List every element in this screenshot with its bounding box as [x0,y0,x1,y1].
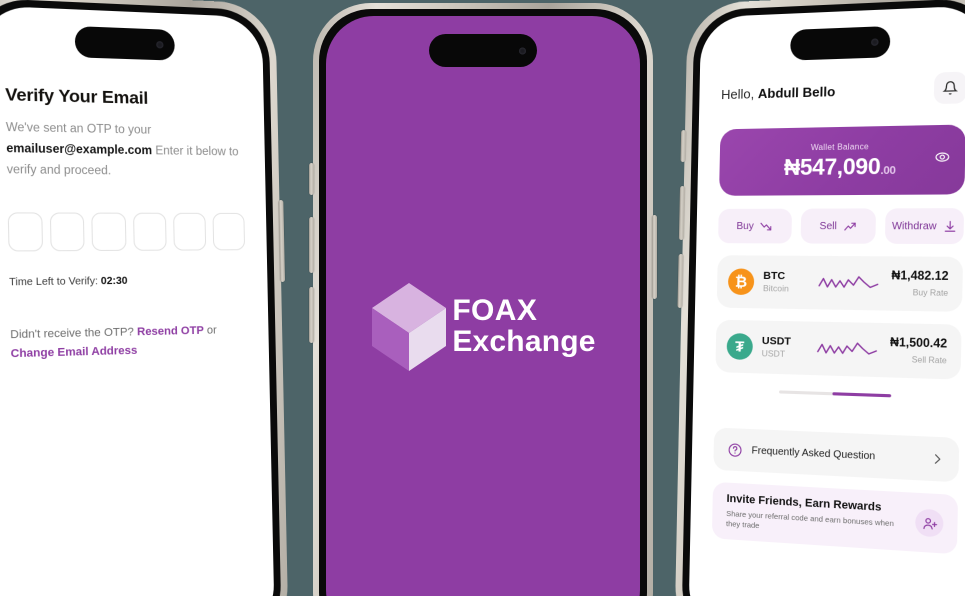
power-button[interactable] [652,215,657,299]
tether-icon: ₮ [726,333,754,361]
eye-icon [935,150,950,165]
pagination-active-segment [832,392,892,398]
coin-pricing: ₦1,500.42 Sell Rate [889,336,948,366]
subtitle-lead: We've sent an OTP to your [5,121,152,137]
otp-digit-5[interactable] [172,213,207,251]
add-person-icon [921,515,938,532]
trend-up-arrow-icon [843,219,857,232]
brand-wordmark: FOAX Exchange [452,296,595,357]
sell-button[interactable]: Sell [800,208,877,244]
subtitle-email: emailuser@example.com [6,142,153,158]
wallet-balance-card[interactable]: Wallet Balance ₦547,090.00 [719,124,965,196]
timer-value: 02:30 [100,275,128,288]
withdraw-button[interactable]: Withdraw [885,208,965,245]
coin-row-usdt[interactable]: ₮ USDT USDT ₦1,500.42 Sell Rate [715,319,962,380]
otp-digit-1[interactable] [7,212,44,252]
trend-down-arrow-icon [760,219,773,232]
coin-symbol: USDT [761,334,792,348]
phone-center: FOAX Exchange [309,3,657,596]
resend-footer: Didn't receive the OTP? Resend OTP or Ch… [10,322,247,364]
coin-rate-label: Buy Rate [912,287,949,298]
buy-label: Buy [736,220,754,232]
resend-otp-link[interactable]: Resend OTP [137,325,204,339]
coin-price: ₦1,500.42 [889,336,948,351]
timer-label: Time Left to Verify: [9,276,99,289]
faq-label: Frequently Asked Question [751,444,876,462]
coin-price: ₦1,482.12 [891,269,949,284]
coin-pricing: ₦1,482.12 Buy Rate [891,269,949,298]
withdraw-label: Withdraw [891,220,937,232]
dynamic-island [74,26,175,61]
invite-friends-card[interactable]: Invite Friends, Earn Rewards Share your … [711,481,959,555]
dashboard-header: Hello, Abdull Bello [721,71,965,110]
otp-input-group[interactable] [7,212,246,252]
splash-logo-block: FOAX Exchange [326,281,640,373]
bell-icon [943,80,959,95]
coin-name: USDT [761,348,786,359]
brand-line-2: Exchange [452,325,596,358]
front-camera-icon [871,38,879,46]
power-button[interactable] [278,200,286,283]
phone-left: Verify Your Email We've sent an OTP to y… [0,0,289,596]
wallet-amount: ₦547,090.00 [784,152,896,180]
otp-digit-3[interactable] [91,212,127,252]
brand-line-1: FOAX [452,294,538,328]
countdown-timer: Time Left to Verify: 02:30 [9,275,246,289]
question-circle-icon [727,442,742,458]
coin-name: Bitcoin [762,283,789,294]
coin-symbol: BTC [763,269,786,283]
chevron-right-icon [930,452,943,465]
resend-prefix: Didn't receive the OTP? [10,326,138,342]
sparkline-icon [817,338,878,360]
sparkline-chart [815,272,882,293]
front-camera-icon [519,47,526,54]
isometric-cube-icon [370,281,448,373]
otp-digit-6[interactable] [212,213,246,251]
buy-button[interactable]: Buy [718,208,792,244]
coin-identity: USDT USDT [762,335,805,361]
home-dashboard-screen: Hello, Abdull Bello Wallet Balance ₦547,… [688,5,965,596]
user-name: Abdull Bello [757,83,836,101]
greeting-prefix: Hello, [721,85,759,102]
change-email-link[interactable]: Change Email Address [11,344,138,360]
invite-text-block: Invite Friends, Earn Rewards Share your … [726,492,907,541]
otp-digit-4[interactable] [132,212,167,252]
otp-digit-2[interactable] [49,212,86,252]
greeting-text: Hello, Abdull Bello [721,83,836,101]
toggle-balance-visibility-button[interactable] [935,150,951,170]
usdt-glyph: ₮ [734,337,745,356]
quick-actions-row: Buy Sell Withdraw [718,208,965,245]
volume-down-button[interactable] [309,287,314,343]
carousel-pagination[interactable] [779,390,892,398]
resend-middle: or [203,324,217,338]
coin-identity: BTC Bitcoin [763,270,806,295]
verify-email-screen: Verify Your Email We've sent an OTP to y… [0,5,275,596]
dynamic-island [790,25,891,61]
action-button[interactable] [680,130,687,163]
amount-cents: .00 [880,163,896,177]
splash-screen: FOAX Exchange [326,16,640,596]
coin-row-btc[interactable]: ₿ BTC Bitcoin ₦1,482.12 Buy Rate [716,255,964,312]
bitcoin-icon: ₿ [727,268,755,296]
page-subtitle: We've sent an OTP to your emailuser@exam… [6,118,244,183]
action-button[interactable] [309,163,314,195]
btc-glyph: ₿ [734,273,748,291]
download-arrow-icon [943,219,957,233]
amount-value: 547,090 [799,152,881,180]
showcase-stage: Verify Your Email We've sent an OTP to y… [0,0,965,596]
sparkline-chart [814,338,881,360]
currency-symbol: ₦ [783,153,801,180]
phone-right: Hello, Abdull Bello Wallet Balance ₦547,… [674,0,965,596]
sell-label: Sell [819,220,837,232]
faq-card[interactable]: Frequently Asked Question [713,427,960,483]
invite-icon-wrap [915,508,944,538]
page-title: Verify Your Email [5,84,149,108]
coin-rate-label: Sell Rate [911,355,947,366]
sparkline-icon [818,272,879,293]
wallet-label: Wallet Balance [810,141,869,152]
notification-button[interactable] [933,71,965,105]
volume-up-button[interactable] [309,217,314,273]
dynamic-island [429,34,537,67]
front-camera-icon [156,41,164,49]
